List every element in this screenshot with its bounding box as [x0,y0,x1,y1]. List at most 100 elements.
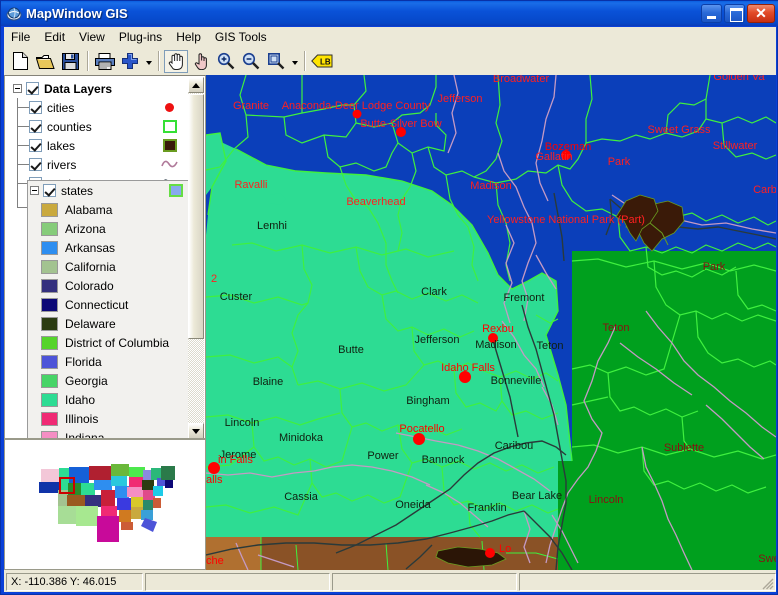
list-item[interactable]: California [28,257,189,276]
zoom-in-button[interactable] [214,50,238,73]
rivers-checkbox[interactable] [29,158,42,171]
tree-connector [17,126,29,127]
labels-button[interactable]: LB [310,50,334,73]
list-item[interactable]: Indiana [28,428,189,438]
svg-text:Yellowstone National Park (Par: Yellowstone National Park (Part) [487,214,645,226]
layer-row-counties[interactable]: counties [29,117,187,136]
polygon-dark-fill-icon [163,139,177,152]
window-title: MapWindow GIS [26,6,128,21]
scroll-up-button[interactable] [188,77,204,93]
svg-text:Bonneville: Bonneville [491,375,542,387]
menu-item-edit[interactable]: Edit [37,28,72,46]
states-layer-group: states Alabama Arizona Arkansas Californ… [27,180,190,438]
minimize-button[interactable] [701,4,722,23]
root-checkbox[interactable] [26,82,39,95]
close-icon: ✕ [755,5,767,21]
layer-tree: Data Layers cities counties lakes rivers… [5,76,190,438]
counties-checkbox[interactable] [29,120,42,133]
state-color-swatch [41,240,58,255]
layer-row-rivers[interactable]: rivers [29,155,187,174]
globe-icon [6,6,22,22]
status-panel-2 [145,573,330,591]
svg-text:Cassia: Cassia [284,491,319,503]
state-color-swatch [41,354,58,369]
tree-connector [17,207,27,208]
polygon-blue-fill-icon [169,184,183,197]
menu-item-plugins[interactable]: Plug-ins [112,28,169,46]
print-button[interactable] [93,50,117,73]
layer-tree-root[interactable]: Data Layers [13,79,183,98]
svg-text:Madison: Madison [475,339,517,351]
list-item[interactable]: Connecticut [28,295,189,314]
zoom-out-button[interactable] [239,50,263,73]
open-project-button[interactable] [33,50,57,73]
list-item[interactable]: Arkansas [28,238,189,257]
svg-text:Swe: Swe [758,553,776,565]
scrollbar-thumb[interactable] [188,94,204,339]
list-item[interactable]: Delaware [28,314,189,333]
legend-scrollbar[interactable] [188,77,204,438]
svg-text:Beaverhead: Beaverhead [346,196,405,208]
add-layer-button[interactable] [118,50,142,73]
svg-text:Sublette: Sublette [664,442,704,454]
svg-text:Lincoln: Lincoln [225,417,260,429]
menu-item-gis-tools[interactable]: GIS Tools [208,28,274,46]
menu-item-help[interactable]: Help [169,28,208,46]
list-item[interactable]: District of Columbia [28,333,189,352]
tree-connector [17,98,18,208]
svg-text:Power: Power [367,450,399,462]
tree-connector [17,107,29,108]
zoom-extents-button[interactable] [264,50,288,73]
list-item[interactable]: Illinois [28,409,189,428]
menu-item-file[interactable]: File [4,28,37,46]
svg-text:Jefferson: Jefferson [437,93,482,105]
map-canvas[interactable]: Granite Ravalli Anaconda-Deer Lodge Coun… [206,75,776,570]
svg-text:Blaine: Blaine [253,376,284,388]
list-item[interactable]: Arizona [28,219,189,238]
pan-tool-button[interactable] [164,49,188,73]
layer-label-states: states [61,183,94,198]
state-color-swatch [41,316,58,331]
svg-text:Carb: Carb [753,184,776,196]
layer-row-lakes[interactable]: lakes [29,136,187,155]
list-item[interactable]: Idaho [28,390,189,409]
save-project-button[interactable] [58,50,82,73]
layer-row-cities[interactable]: cities [29,98,187,117]
list-item[interactable]: Florida [28,352,189,371]
list-item[interactable]: Alabama [28,200,189,219]
overview-panel[interactable] [4,439,206,570]
collapse-states-icon[interactable] [30,186,39,195]
new-document-icon [12,52,28,70]
layer-row-states[interactable]: states [28,181,189,200]
application-window: MapWindow GIS ✕ File Edit View Plug-ins … [0,0,778,595]
states-checkbox[interactable] [43,184,56,197]
state-color-swatch [41,373,58,388]
svg-text:Teton: Teton [537,340,564,352]
minimize-icon [702,5,721,22]
svg-text:Custer: Custer [220,291,253,303]
add-layer-dropdown[interactable] [143,50,154,73]
svg-text:Sweet Grass: Sweet Grass [648,124,711,136]
scroll-down-button[interactable] [188,423,204,438]
svg-text:Franklin: Franklin [467,502,506,514]
menu-item-view[interactable]: View [72,28,112,46]
layer-label-rivers: rivers [47,157,77,172]
select-tool-button[interactable] [189,50,213,73]
zoom-dropdown[interactable] [289,50,300,73]
list-item[interactable]: Georgia [28,371,189,390]
city-marker-logan [485,548,495,558]
svg-text:Butte: Butte [338,344,364,356]
layer-label-counties: counties [47,119,92,134]
overview-map[interactable] [5,440,205,569]
resize-grip-icon[interactable] [760,576,774,590]
open-folder-icon [35,54,55,69]
new-project-button[interactable] [8,50,32,73]
maximize-button[interactable] [724,4,745,23]
list-item[interactable]: Colorado [28,276,189,295]
cities-checkbox[interactable] [29,101,42,114]
lakes-checkbox[interactable] [29,139,42,152]
svg-text:in Falls: in Falls [218,454,253,466]
collapse-root-icon[interactable] [13,84,22,93]
svg-text:Fremont: Fremont [504,292,545,304]
close-button[interactable]: ✕ [747,4,775,23]
